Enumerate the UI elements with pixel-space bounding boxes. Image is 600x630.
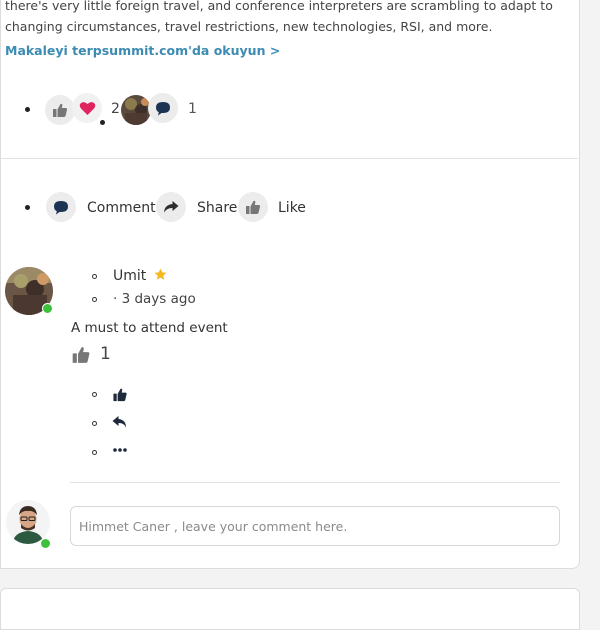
list-bullet: [92, 274, 97, 279]
like-action-icon[interactable]: [238, 192, 268, 222]
comment-input[interactable]: [70, 506, 560, 546]
read-article-link[interactable]: Makaleyi terpsummit.com'da okuyun >: [5, 43, 280, 58]
like-button[interactable]: Like: [278, 200, 306, 216]
heart-icon: [79, 101, 95, 115]
list-bullet: [92, 421, 97, 426]
online-status-indicator: [40, 538, 51, 549]
reply-icon[interactable]: [112, 415, 128, 429]
reaction-count[interactable]: 2: [111, 101, 120, 117]
comment-like-count: 1: [100, 344, 111, 364]
divider: [0, 158, 578, 159]
list-bullet: [25, 107, 30, 112]
next-post-card: [0, 588, 580, 630]
thumbs-up-icon: [72, 347, 90, 363]
comment-text: A must to attend event: [71, 320, 228, 336]
feed-post-card: [0, 0, 580, 569]
chat-bubble-icon: [156, 101, 170, 115]
comment-count-icon[interactable]: [148, 93, 178, 123]
reactor-avatar: [121, 95, 151, 125]
list-bullet: [92, 450, 97, 455]
thumbs-up-icon[interactable]: [112, 387, 128, 402]
thumbs-up-icon: [246, 200, 261, 214]
list-bullet: [92, 297, 97, 302]
comment-button[interactable]: Comment: [87, 200, 156, 216]
star-icon: [154, 268, 167, 280]
share-arrow-icon: [164, 201, 179, 213]
list-bullet: [100, 120, 105, 125]
list-bullet: [92, 392, 97, 397]
post-text-line-1: there's very little foreign travel, and …: [5, 0, 553, 13]
reaction-heart-icon[interactable]: [72, 93, 102, 123]
thumbs-up-icon: [53, 103, 68, 117]
comment-action-icon[interactable]: [46, 192, 76, 222]
reaction-like-icon[interactable]: [45, 95, 75, 125]
list-bullet: [25, 205, 30, 210]
comment-count[interactable]: 1: [188, 101, 197, 117]
divider: [70, 482, 560, 483]
online-status-indicator: [42, 303, 53, 314]
chat-bubble-icon: [54, 200, 68, 214]
post-text-line-2: changing circumstances, travel restricti…: [5, 19, 493, 34]
comment-time: · 3 days ago: [113, 291, 196, 307]
share-action-icon[interactable]: [156, 192, 186, 222]
share-button[interactable]: Share: [197, 200, 237, 216]
comment-author[interactable]: Umit: [113, 268, 146, 284]
more-icon[interactable]: [112, 447, 128, 453]
